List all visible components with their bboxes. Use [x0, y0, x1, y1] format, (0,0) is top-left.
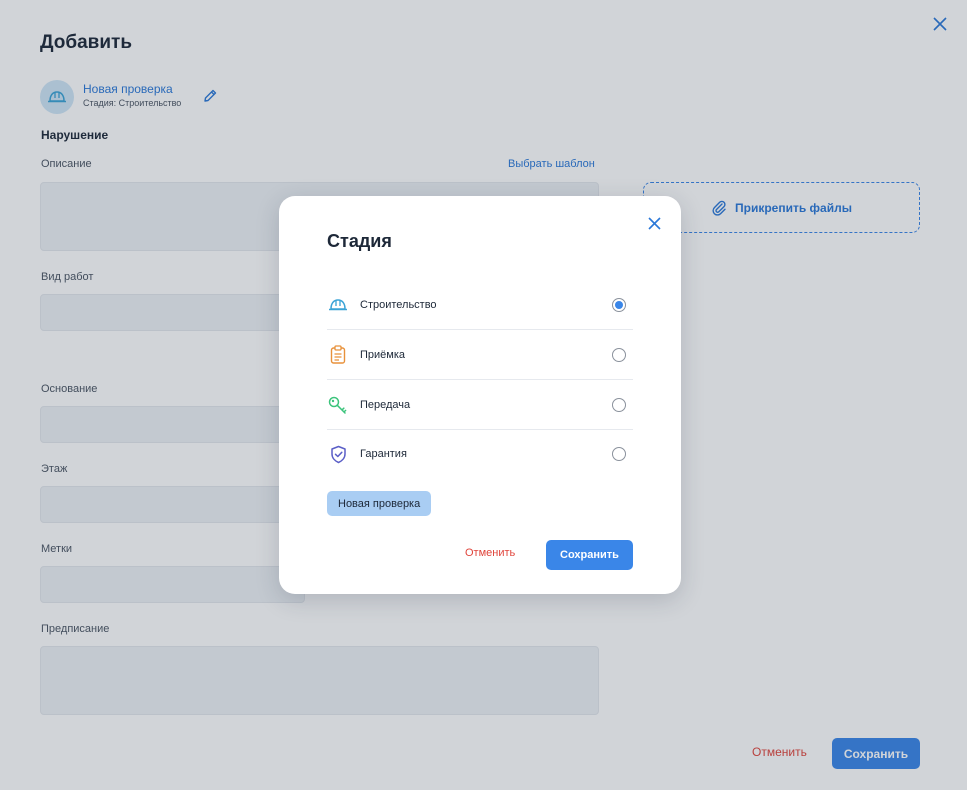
radio-unselected[interactable]: [612, 397, 626, 412]
modal-save-button[interactable]: Сохранить: [546, 540, 633, 570]
radio-selected[interactable]: [612, 297, 626, 312]
stage-option-warranty[interactable]: Гарантия: [327, 429, 633, 479]
stage-option-label: Строительство: [360, 298, 437, 311]
clipboard-icon: [327, 344, 349, 366]
key-icon: [327, 394, 349, 416]
stage-option-label: Гарантия: [360, 448, 407, 460]
stage-option-acceptance[interactable]: Приёмка: [327, 330, 633, 380]
check-chip[interactable]: Новая проверка: [327, 491, 432, 516]
close-icon[interactable]: [648, 217, 661, 230]
helmet-icon: [327, 294, 349, 316]
modal-title: Стадия: [327, 231, 392, 251]
radio-unselected[interactable]: [612, 447, 626, 461]
stage-option-handover[interactable]: Передача: [327, 380, 633, 430]
stage-option-label: Приёмка: [360, 348, 406, 361]
stage-option-label: Передача: [360, 398, 411, 411]
modal-cancel-button[interactable]: Отменить: [465, 547, 515, 559]
radio-unselected[interactable]: [612, 347, 626, 362]
shield-check-icon: [327, 443, 349, 465]
stage-option-construction[interactable]: Строительство: [327, 280, 633, 330]
stage-modal: Стадия Строительство Приёмка Передача Га…: [279, 196, 681, 594]
